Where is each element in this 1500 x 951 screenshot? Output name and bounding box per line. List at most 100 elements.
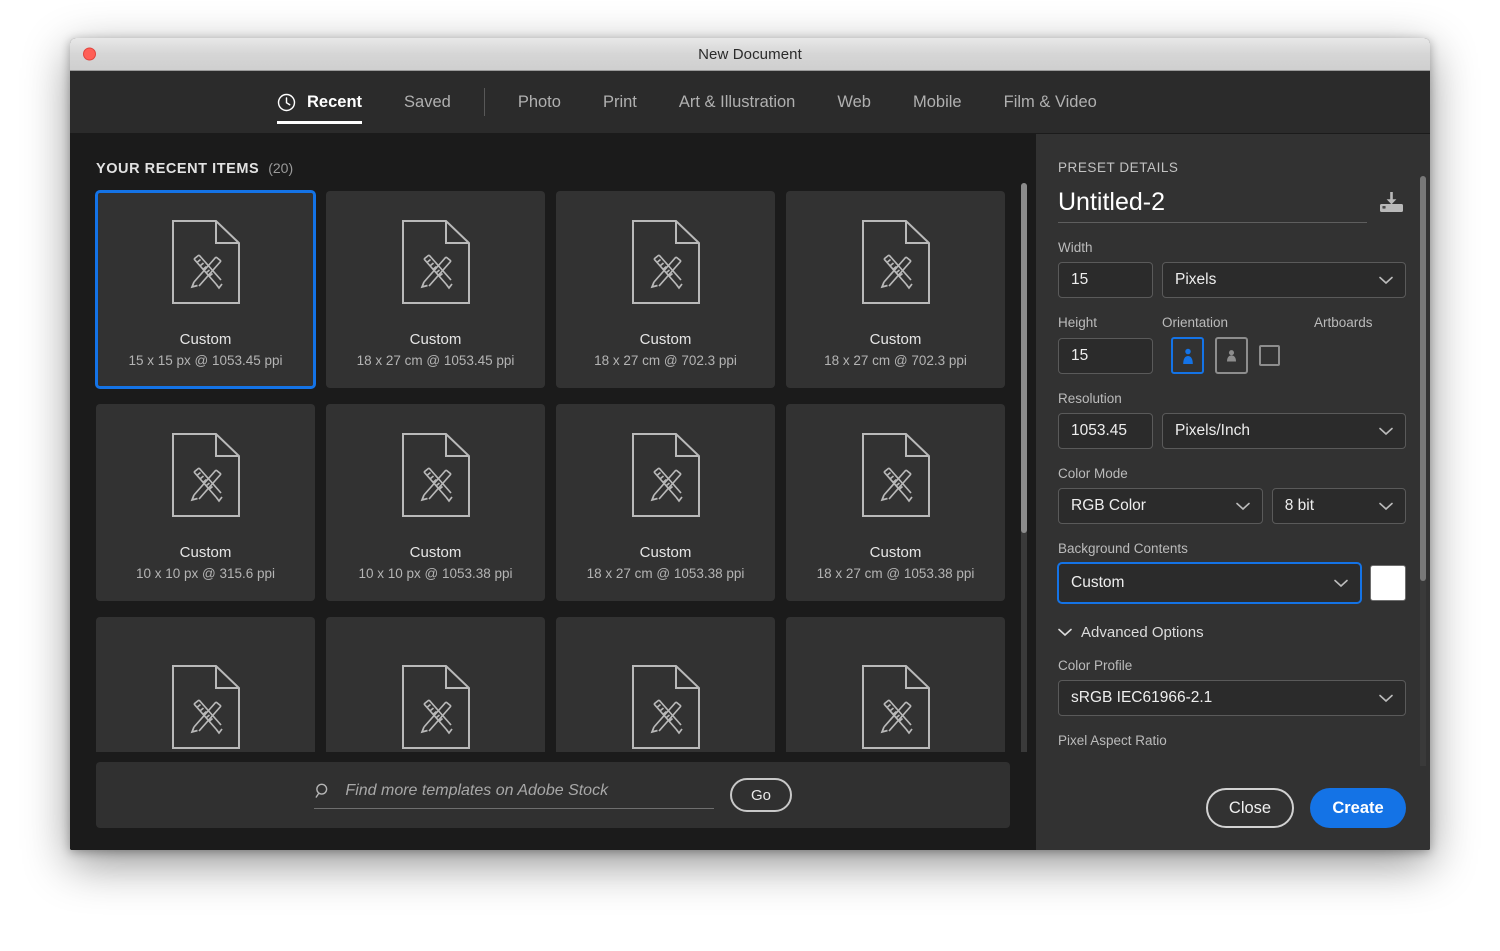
width-label: Width <box>1058 240 1093 255</box>
recent-item-dimensions: 18 x 27 cm @ 1053.38 ppi <box>586 565 745 581</box>
create-button[interactable]: Create <box>1310 788 1406 828</box>
stock-search-go-button[interactable]: Go <box>730 778 792 812</box>
scrollbar-thumb[interactable] <box>1021 183 1027 533</box>
recent-items-scrollbar[interactable] <box>1021 183 1027 752</box>
tab-film-video[interactable]: Film & Video <box>983 71 1118 134</box>
color-mode-select[interactable]: RGB Color <box>1058 488 1263 524</box>
recent-item-card[interactable]: Custom 18 x 27 cm @ 1053.45 ppi <box>326 191 545 388</box>
color-mode-row: RGB Color 8 bit <box>1058 488 1406 524</box>
color-profile-label: Color Profile <box>1058 658 1133 673</box>
save-preset-icon[interactable] <box>1377 191 1406 216</box>
recent-item-dimensions: 18 x 27 cm @ 702.3 ppi <box>594 352 737 368</box>
recent-items-grid: Custom 15 x 15 px @ 1053.45 ppi Custom 18 … <box>96 191 1010 752</box>
orientation-landscape-button[interactable] <box>1215 337 1248 374</box>
close-button[interactable]: Close <box>1206 788 1294 828</box>
recent-item-card[interactable]: Custom 18 x 27 cm @ 1053.38 ppi <box>556 404 775 601</box>
advanced-options-label: Advanced Options <box>1081 624 1204 641</box>
orientation-portrait-button[interactable] <box>1171 337 1204 374</box>
orientation-label: Orientation <box>1162 315 1229 330</box>
recent-items-header: YOUR RECENT ITEMS (20) <box>70 134 1036 177</box>
background-color-swatch[interactable] <box>1370 565 1406 601</box>
background-contents-label: Background Contents <box>1058 541 1188 556</box>
document-preset-icon <box>401 432 470 517</box>
document-preset-icon <box>171 219 240 304</box>
tab-print[interactable]: Print <box>582 71 658 134</box>
window-title: New Document <box>698 45 802 63</box>
height-orientation-artboards-labels: Height Orientation Artboards <box>1058 315 1406 330</box>
recent-item-dimensions: 18 x 27 cm @ 1053.45 ppi <box>356 352 515 368</box>
recent-item-card[interactable] <box>96 617 315 752</box>
tab-art-illustration[interactable]: Art & Illustration <box>658 71 816 134</box>
tab-recent[interactable]: Recent <box>256 71 383 134</box>
resolution-unit-select[interactable]: Pixels/Inch <box>1162 413 1406 449</box>
background-contents-row: Custom <box>1058 563 1406 603</box>
artboards-label: Artboards <box>1314 315 1373 330</box>
document-preset-icon-wrap <box>170 218 242 311</box>
adobe-stock-search-bar: Go <box>96 762 1010 828</box>
artboards-checkbox[interactable] <box>1259 345 1280 366</box>
document-preset-icon-wrap <box>860 218 932 311</box>
recent-items-scroll-area[interactable]: Custom 15 x 15 px @ 1053.45 ppi Custom 18 … <box>70 177 1036 752</box>
document-preset-icon <box>861 219 930 304</box>
tab-recent-label: Recent <box>307 92 363 111</box>
width-input[interactable] <box>1058 262 1153 298</box>
recent-item-title: Custom <box>409 543 462 561</box>
portrait-icon <box>1182 348 1193 364</box>
recent-item-dimensions: 15 x 15 px @ 1053.45 ppi <box>128 352 283 368</box>
tab-saved-label: Saved <box>404 92 451 111</box>
stock-search-input[interactable] <box>345 782 714 800</box>
tab-mobile[interactable]: Mobile <box>892 71 983 134</box>
background-contents-select[interactable]: Custom <box>1058 563 1361 603</box>
tab-saved[interactable]: Saved <box>383 71 472 134</box>
recent-item-card[interactable]: Custom 18 x 27 cm @ 702.3 ppi <box>556 191 775 388</box>
document-name-input[interactable] <box>1058 188 1367 217</box>
tab-web-label: Web <box>837 92 871 111</box>
document-name-field[interactable] <box>1058 188 1367 223</box>
chevron-down-icon <box>1379 427 1393 435</box>
bit-depth-select[interactable]: 8 bit <box>1271 488 1406 524</box>
bit-depth-value: 8 bit <box>1284 497 1315 514</box>
tab-photo-label: Photo <box>517 92 561 111</box>
tab-photo[interactable]: Photo <box>497 71 582 134</box>
recent-item-card[interactable]: Custom 18 x 27 cm @ 1053.38 ppi <box>786 404 1005 601</box>
close-window-button[interactable] <box>83 47 96 61</box>
color-profile-select[interactable]: sRGB IEC61966-2.1 <box>1058 680 1406 716</box>
recent-item-dimensions: 10 x 10 px @ 1053.38 ppi <box>358 565 513 581</box>
document-preset-icon-wrap <box>400 218 472 311</box>
recent-item-card[interactable] <box>326 617 545 752</box>
width-unit-select[interactable]: Pixels <box>1162 262 1406 298</box>
recent-item-card[interactable] <box>556 617 775 752</box>
preset-details-scroll-area[interactable]: PRESET DETAILS Width <box>1036 134 1430 766</box>
document-preset-icon-wrap <box>170 431 242 524</box>
resolution-label: Resolution <box>1058 391 1122 406</box>
new-document-dialog: New Document Recent Saved Photo Print Ar… <box>70 38 1430 850</box>
document-preset-icon <box>631 219 700 304</box>
tab-divider <box>483 88 485 116</box>
preset-details-title: PRESET DETAILS <box>1058 160 1179 175</box>
recent-item-card[interactable]: Custom 18 x 27 cm @ 702.3 ppi <box>786 191 1005 388</box>
chevron-down-icon <box>1379 276 1393 284</box>
height-input[interactable] <box>1058 337 1153 374</box>
recent-item-title: Custom <box>869 543 922 561</box>
document-preset-icon-wrap <box>400 663 472 752</box>
recent-item-title: Custom <box>639 330 692 348</box>
width-row: Pixels <box>1058 262 1406 298</box>
recent-item-title: Custom <box>409 330 462 348</box>
recent-item-card[interactable]: Custom 15 x 15 px @ 1053.45 ppi <box>96 191 315 388</box>
tab-web[interactable]: Web <box>816 71 892 134</box>
recent-item-card[interactable]: Custom 10 x 10 px @ 1053.38 ppi <box>326 404 545 601</box>
recent-item-dimensions: 18 x 27 cm @ 1053.38 ppi <box>816 565 975 581</box>
preset-details-scrollbar[interactable] <box>1420 176 1426 766</box>
document-preset-icon-wrap <box>400 431 472 524</box>
recent-items-count: (20) <box>268 160 294 176</box>
resolution-input[interactable] <box>1058 413 1153 449</box>
document-preset-icon-wrap <box>860 663 932 752</box>
recent-item-card[interactable] <box>786 617 1005 752</box>
recent-item-card[interactable]: Custom 10 x 10 px @ 315.6 ppi <box>96 404 315 601</box>
stock-search-field[interactable] <box>314 781 714 809</box>
recent-items-title: YOUR RECENT ITEMS <box>96 161 260 177</box>
advanced-options-toggle[interactable]: Advanced Options <box>1058 624 1406 641</box>
scrollbar-thumb[interactable] <box>1420 176 1426 581</box>
document-preset-icon-wrap <box>630 663 702 752</box>
document-preset-icon <box>861 665 930 749</box>
